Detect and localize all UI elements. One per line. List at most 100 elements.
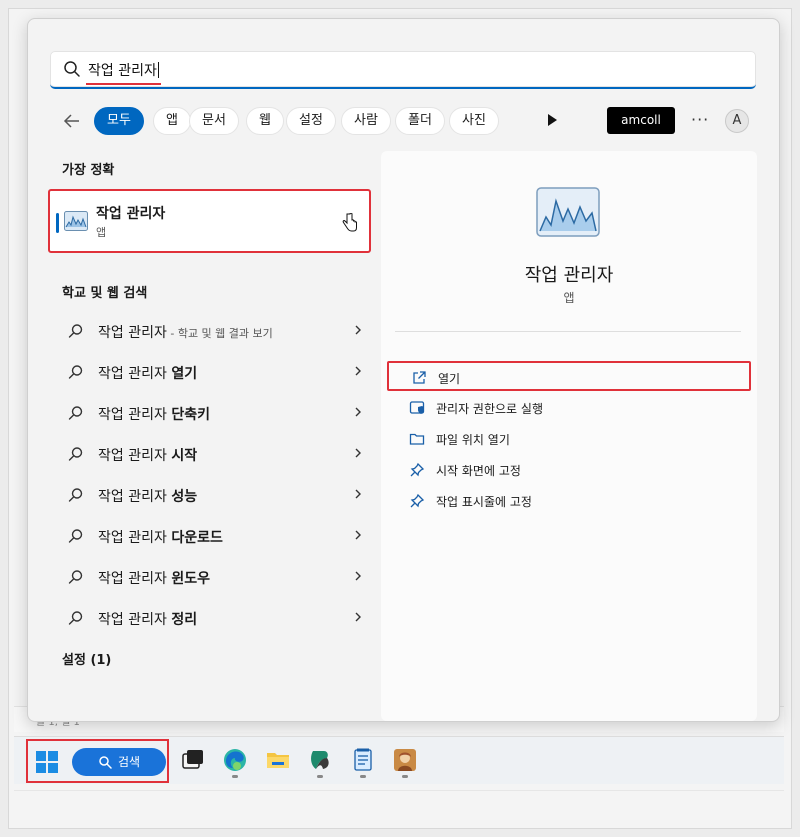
pin-icon xyxy=(410,493,425,508)
search-icon xyxy=(68,406,83,420)
run-as-admin-action[interactable]: 관리자 권한으로 실행 xyxy=(387,393,751,423)
task-view-icon[interactable] xyxy=(180,747,206,773)
web-result-text: 작업 관리자 정리 xyxy=(98,609,197,629)
chevron-right-icon xyxy=(355,530,361,540)
web-result-item[interactable]: 작업 관리자 단축키 xyxy=(48,396,368,430)
search-icon xyxy=(68,365,83,379)
filter-bar: 모두 앱 문서 웹 설정 사람 폴더 사진 amcoll ··· A xyxy=(58,107,758,135)
web-search-heading: 학교 및 웹 검색 xyxy=(62,286,148,301)
chevron-right-icon xyxy=(355,612,361,622)
web-result-prefix: 작업 관리자 xyxy=(98,612,172,628)
copilot-icon[interactable] xyxy=(307,747,333,773)
web-result-prefix: 작업 관리자 xyxy=(98,530,172,546)
filter-chip-documents[interactable]: 문서 xyxy=(189,107,239,135)
filter-chip-people[interactable]: 사람 xyxy=(341,107,391,135)
web-result-suffix: 정리 xyxy=(171,612,198,628)
account-badge[interactable]: amcoll xyxy=(607,107,675,134)
web-result-item[interactable]: 작업 관리자 윈도우 xyxy=(48,560,368,594)
web-result-suffix: 성능 xyxy=(171,489,198,505)
web-result-item[interactable]: 작업 관리자 정리 xyxy=(48,601,368,635)
action-label: 작업 표시줄에 고정 xyxy=(436,495,532,509)
filter-chip-photos[interactable]: 사진 xyxy=(449,107,499,135)
search-icon xyxy=(68,529,83,543)
web-result-text: 작업 관리자 시작 xyxy=(98,445,197,465)
details-app-title: 작업 관리자 xyxy=(524,265,614,286)
start-search-panel: 작업 관리자 모두 앱 문서 웹 설정 사람 폴더 사진 amcoll ··· … xyxy=(27,18,780,722)
web-result-hint: - 학교 및 웹 결과 보기 xyxy=(166,327,273,340)
web-result-text: 작업 관리자 다운로드 xyxy=(98,527,223,547)
chevron-right-icon xyxy=(355,407,361,417)
web-result-item[interactable]: 작업 관리자 열기 xyxy=(48,355,368,389)
filter-chip-settings[interactable]: 설정 xyxy=(286,107,336,135)
details-app-kind: 앱 xyxy=(563,291,575,305)
best-match-kind: 앱 xyxy=(96,226,107,239)
web-result-prefix: 작업 관리자 xyxy=(98,407,172,423)
windows-start-icon[interactable] xyxy=(36,751,58,773)
search-query-value: 작업 관리자 xyxy=(88,63,157,79)
web-result-item[interactable]: 작업 관리자 시작 xyxy=(48,437,368,471)
best-match-name: 작업 관리자 xyxy=(96,206,166,222)
search-input[interactable]: 작업 관리자 xyxy=(50,51,756,89)
web-result-text: 작업 관리자 - 학교 및 웹 결과 보기 xyxy=(98,322,273,342)
open-file-location-action[interactable]: 파일 위치 열기 xyxy=(387,424,751,454)
more-filters-play-icon[interactable] xyxy=(548,114,557,126)
divider xyxy=(395,331,741,332)
file-explorer-icon[interactable] xyxy=(265,747,291,773)
start-and-search-group: 검색 xyxy=(26,739,169,783)
web-result-text: 작업 관리자 열기 xyxy=(98,363,197,383)
folder-icon xyxy=(409,433,425,445)
running-indicator xyxy=(402,775,408,778)
filter-chip-folders[interactable]: 폴더 xyxy=(395,107,445,135)
best-match-task-manager[interactable]: 작업 관리자 앱 xyxy=(48,189,371,253)
taskbar-search-button[interactable]: 검색 xyxy=(72,748,166,776)
search-icon xyxy=(68,447,83,461)
chevron-right-icon xyxy=(355,571,361,581)
search-icon xyxy=(68,611,83,625)
search-icon xyxy=(99,756,112,769)
running-indicator xyxy=(232,775,238,778)
more-options-button[interactable]: ··· xyxy=(691,110,709,129)
edge-icon[interactable] xyxy=(222,747,248,773)
details-pane: 작업 관리자 앱 열기 관리자 권한으로 실행 파일 위치 열기 시작 화면에 … xyxy=(381,151,757,721)
notepad-icon[interactable] xyxy=(350,747,376,773)
web-result-suffix: 다운로드 xyxy=(171,530,223,546)
back-arrow-icon[interactable] xyxy=(62,111,82,131)
web-result-item[interactable]: 작업 관리자 - 학교 및 웹 결과 보기 xyxy=(48,314,368,348)
web-result-item[interactable]: 작업 관리자 성능 xyxy=(48,478,368,512)
search-icon xyxy=(68,324,83,338)
action-label: 시작 화면에 고정 xyxy=(436,464,521,478)
task-manager-large-icon xyxy=(536,187,600,237)
avatar[interactable]: A xyxy=(725,109,749,133)
filter-chip-apps[interactable]: 앱 xyxy=(153,107,191,135)
filter-chip-web[interactable]: 웹 xyxy=(246,107,284,135)
task-manager-icon xyxy=(64,211,88,231)
filter-chip-all[interactable]: 모두 xyxy=(94,107,144,135)
admin-shield-icon xyxy=(409,401,425,414)
action-label: 열기 xyxy=(438,372,461,386)
action-label: 관리자 권한으로 실행 xyxy=(436,402,543,416)
pin-to-taskbar-action[interactable]: 작업 표시줄에 고정 xyxy=(387,486,751,516)
web-result-suffix: 단축키 xyxy=(171,407,210,423)
chevron-right-icon xyxy=(355,366,361,376)
search-icon xyxy=(68,488,83,502)
best-match-heading: 가장 정확 xyxy=(62,163,115,178)
chevron-right-icon xyxy=(355,325,361,335)
chevron-right-icon xyxy=(355,489,361,499)
text-caret xyxy=(157,62,159,78)
web-result-prefix: 작업 관리자 xyxy=(98,448,172,464)
running-indicator xyxy=(317,775,323,778)
search-icon xyxy=(68,570,83,584)
web-result-text: 작업 관리자 단축키 xyxy=(98,404,210,424)
web-result-prefix: 작업 관리자 xyxy=(98,366,172,382)
pin-icon xyxy=(410,462,425,477)
taskbar: 검색 xyxy=(14,736,784,784)
web-result-suffix: 열기 xyxy=(171,366,198,382)
settings-section-heading[interactable]: 설정 (1) xyxy=(62,649,111,668)
web-result-text: 작업 관리자 성능 xyxy=(98,486,197,506)
pin-to-start-action[interactable]: 시작 화면에 고정 xyxy=(387,455,751,485)
taskbar-search-label: 검색 xyxy=(118,755,141,769)
photo-app-icon[interactable] xyxy=(392,747,418,773)
open-action[interactable]: 열기 xyxy=(387,361,751,391)
web-result-item[interactable]: 작업 관리자 다운로드 xyxy=(48,519,368,553)
web-result-prefix: 작업 관리자 xyxy=(98,571,172,587)
